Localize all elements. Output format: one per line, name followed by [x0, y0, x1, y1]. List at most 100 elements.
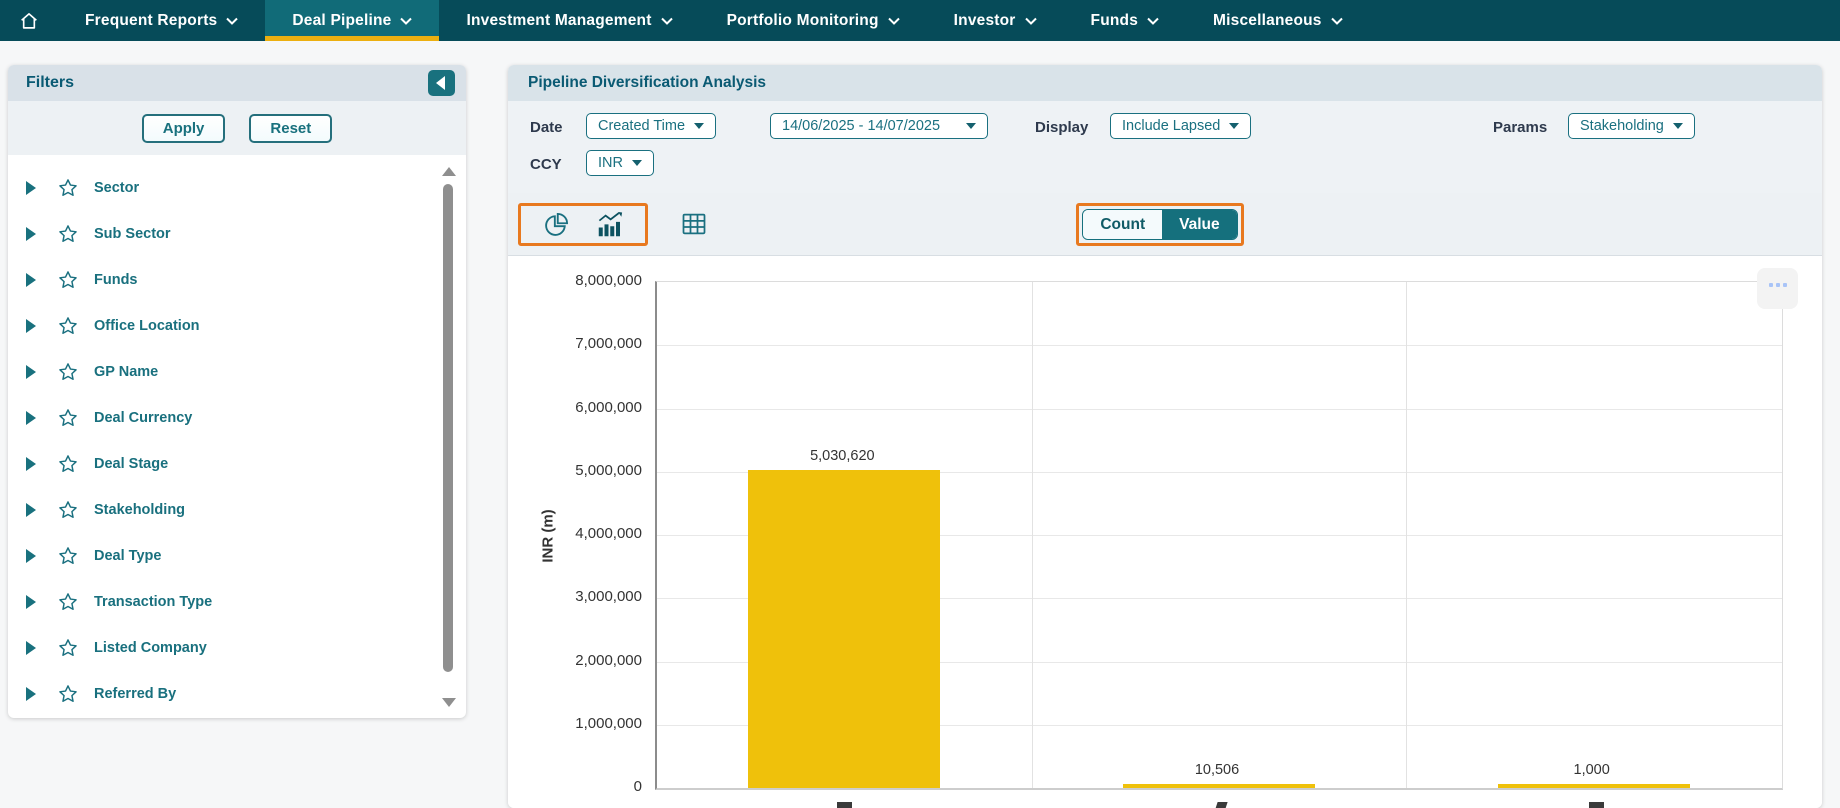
nav-item-label: Frequent Reports — [85, 12, 217, 30]
star-icon[interactable] — [57, 499, 79, 521]
top-navigation: Frequent Reports Deal Pipeline Investmen… — [0, 0, 1840, 41]
y-axis-tick-label: 4,000,000 — [526, 525, 642, 542]
scrollbar-thumb[interactable] — [443, 184, 453, 672]
bar-value-label: 10,506 — [1147, 762, 1287, 778]
chevron-down-icon — [226, 17, 238, 25]
expand-arrow-icon[interactable] — [26, 457, 36, 471]
filter-item-sub-sector[interactable]: Sub Sector — [8, 211, 466, 257]
xaxis-label-clipped — [1214, 802, 1227, 808]
filter-item-label: Deal Type — [94, 548, 161, 564]
filter-item-deal-type[interactable]: Deal Type — [8, 533, 466, 579]
date-type-dropdown[interactable]: Created Time — [586, 113, 716, 139]
expand-arrow-icon[interactable] — [26, 181, 36, 195]
expand-arrow-icon[interactable] — [26, 595, 36, 609]
chart-menu-button[interactable] — [1757, 268, 1798, 309]
star-icon[interactable] — [57, 453, 79, 475]
filter-item-stakeholding[interactable]: Stakeholding — [8, 487, 466, 533]
nav-item-investor[interactable]: Investor — [927, 0, 1064, 41]
gridline-horizontal — [657, 409, 1782, 410]
filter-item-transaction-type[interactable]: Transaction Type — [8, 579, 466, 625]
scroll-down-icon[interactable] — [442, 698, 456, 707]
collapse-left-icon — [436, 76, 445, 90]
filter-item-label: Transaction Type — [94, 594, 212, 610]
nav-item-miscellaneous[interactable]: Miscellaneous — [1186, 0, 1370, 41]
bar-series-0[interactable] — [748, 470, 940, 788]
reset-button[interactable]: Reset — [249, 114, 332, 143]
nav-item-deal-pipeline[interactable]: Deal Pipeline — [265, 0, 439, 41]
expand-arrow-icon[interactable] — [26, 411, 36, 425]
xaxis-label-clipped — [837, 802, 852, 808]
expand-arrow-icon[interactable] — [26, 641, 36, 655]
filter-list-scrollbar[interactable] — [441, 167, 456, 707]
expand-arrow-icon[interactable] — [26, 273, 36, 287]
filter-item-label: Listed Company — [94, 640, 207, 656]
nav-item-label: Funds — [1091, 12, 1139, 30]
scroll-up-icon[interactable] — [442, 167, 456, 176]
bar-chart-icon[interactable] — [595, 210, 625, 240]
nav-item-funds[interactable]: Funds — [1064, 0, 1187, 41]
collapse-filters-button[interactable] — [428, 70, 455, 96]
expand-arrow-icon[interactable] — [26, 319, 36, 333]
count-value-toggle: Count Value — [1082, 209, 1237, 240]
toggle-value[interactable]: Value — [1162, 210, 1237, 239]
star-icon[interactable] — [57, 591, 79, 613]
star-icon[interactable] — [57, 637, 79, 659]
star-icon[interactable] — [57, 545, 79, 567]
display-dropdown[interactable]: Include Lapsed — [1110, 113, 1251, 139]
expand-arrow-icon[interactable] — [26, 227, 36, 241]
star-icon[interactable] — [57, 315, 79, 337]
apply-button[interactable]: Apply — [142, 114, 226, 143]
nav-item-portfolio-monitoring[interactable]: Portfolio Monitoring — [700, 0, 927, 41]
caret-down-icon — [1229, 123, 1239, 129]
nav-item-label: Investor — [954, 12, 1016, 30]
expand-arrow-icon[interactable] — [26, 549, 36, 563]
chart-area: INR (m) 8,000,0007,000,0006,000,0005,000… — [508, 256, 1822, 808]
ccy-value: INR — [598, 155, 623, 171]
filter-item-listed-company[interactable]: Listed Company — [8, 625, 466, 671]
star-icon[interactable] — [57, 683, 79, 705]
filter-item-deal-stage[interactable]: Deal Stage — [8, 441, 466, 487]
nav-item-investment-management[interactable]: Investment Management — [439, 0, 699, 41]
ccy-dropdown[interactable]: INR — [586, 150, 654, 176]
star-icon[interactable] — [57, 361, 79, 383]
home-button[interactable] — [0, 0, 58, 41]
expand-arrow-icon[interactable] — [26, 365, 36, 379]
display-value: Include Lapsed — [1122, 118, 1220, 134]
nav-item-label: Miscellaneous — [1213, 12, 1322, 30]
filter-item-gp-name[interactable]: GP Name — [8, 349, 466, 395]
toggle-count[interactable]: Count — [1083, 210, 1162, 239]
report-panel: Pipeline Diversification Analysis Date C… — [508, 65, 1822, 808]
filter-item-referred-by[interactable]: Referred By — [8, 671, 466, 717]
report-header: Pipeline Diversification Analysis — [508, 65, 1822, 101]
report-controls: Date Created Time 14/06/2025 - 14/07/202… — [508, 101, 1822, 193]
home-icon — [18, 10, 40, 32]
bar-series-1[interactable] — [1123, 784, 1315, 788]
bar-series-2[interactable] — [1498, 784, 1690, 788]
count-value-highlight-box: Count Value — [1076, 203, 1244, 246]
expand-arrow-icon[interactable] — [26, 503, 36, 517]
y-axis-tick-label: 2,000,000 — [526, 652, 642, 669]
star-icon[interactable] — [57, 223, 79, 245]
filter-item-deal-currency[interactable]: Deal Currency — [8, 395, 466, 441]
star-icon[interactable] — [57, 177, 79, 199]
params-dropdown[interactable]: Stakeholding — [1568, 113, 1695, 139]
star-icon[interactable] — [57, 407, 79, 429]
filter-item-office-location[interactable]: Office Location — [8, 303, 466, 349]
filter-item-label: Referred By — [94, 686, 176, 702]
date-range-dropdown[interactable]: 14/06/2025 - 14/07/2025 — [770, 113, 988, 139]
params-value: Stakeholding — [1580, 118, 1664, 134]
filter-item-funds[interactable]: Funds — [8, 257, 466, 303]
expand-arrow-icon[interactable] — [26, 687, 36, 701]
table-view-icon[interactable] — [680, 210, 708, 238]
pie-chart-icon[interactable] — [542, 211, 570, 239]
chevron-down-icon — [1147, 17, 1159, 25]
nav-item-frequent-reports[interactable]: Frequent Reports — [58, 0, 265, 41]
caret-down-icon — [1673, 123, 1683, 129]
chevron-down-icon — [888, 17, 900, 25]
filter-list: SectorSub SectorFundsOffice LocationGP N… — [8, 155, 466, 717]
star-icon[interactable] — [57, 269, 79, 291]
xaxis-label-clipped — [1589, 802, 1604, 808]
filter-item-sector[interactable]: Sector — [8, 165, 466, 211]
filters-title: Filters — [26, 74, 74, 92]
display-label: Display — [1035, 119, 1088, 136]
